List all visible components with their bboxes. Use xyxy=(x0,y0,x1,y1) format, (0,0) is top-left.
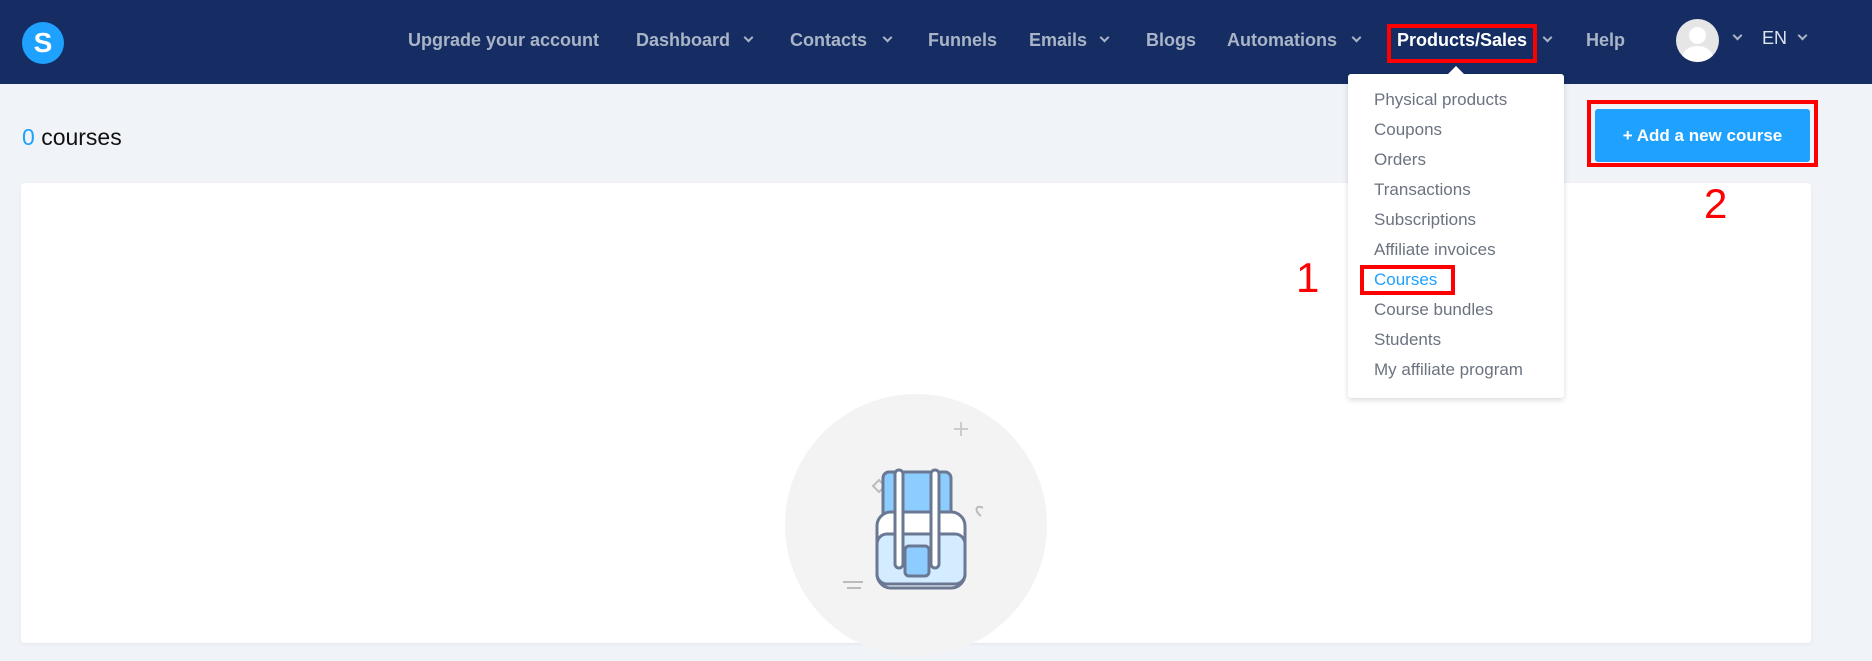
nav-contacts[interactable]: Contacts xyxy=(790,30,867,51)
empty-state-illustration xyxy=(785,394,1047,656)
menu-item-orders[interactable]: Orders xyxy=(1374,150,1426,170)
page-title: 0 courses xyxy=(22,124,122,151)
nav-funnels[interactable]: Funnels xyxy=(928,30,997,51)
annotation-step-2: 2 xyxy=(1704,180,1728,227)
chevron-down-icon[interactable] xyxy=(882,32,893,43)
course-count: 0 xyxy=(22,124,35,150)
highlight-box xyxy=(1387,24,1537,63)
chevron-down-icon[interactable] xyxy=(1797,30,1808,41)
menu-item-coupons[interactable]: Coupons xyxy=(1374,120,1442,140)
chevron-down-icon[interactable] xyxy=(1351,32,1362,43)
logo[interactable]: S xyxy=(22,22,64,64)
chevron-down-icon[interactable] xyxy=(1732,30,1743,41)
menu-item-transactions[interactable]: Transactions xyxy=(1374,180,1471,200)
course-count-label: courses xyxy=(41,124,122,150)
menu-item-course-bundles[interactable]: Course bundles xyxy=(1374,300,1493,320)
highlight-box xyxy=(1360,265,1455,295)
add-new-course-button[interactable]: + Add a new course xyxy=(1595,109,1810,162)
nav-help[interactable]: Help xyxy=(1586,30,1625,51)
menu-item-students[interactable]: Students xyxy=(1374,330,1441,350)
annotation-step-1: 1 xyxy=(1296,254,1320,301)
menu-item-my-affiliate-program[interactable]: My affiliate program xyxy=(1374,360,1523,380)
language-selector[interactable]: EN xyxy=(1762,28,1787,49)
nav-blogs[interactable]: Blogs xyxy=(1146,30,1196,51)
chevron-down-icon[interactable] xyxy=(743,32,754,43)
backpack-icon xyxy=(843,422,984,590)
chevron-down-icon[interactable] xyxy=(1099,32,1110,43)
products-sales-dropdown: Physical products Coupons Orders Transac… xyxy=(1348,66,1564,398)
nav-dashboard[interactable]: Dashboard xyxy=(636,30,730,51)
menu-item-physical-products[interactable]: Physical products xyxy=(1374,90,1507,110)
top-navbar: S Upgrade your account Dashboard Contact… xyxy=(0,0,1872,84)
menu-item-affiliate-invoices[interactable]: Affiliate invoices xyxy=(1374,240,1496,260)
nav-automations[interactable]: Automations xyxy=(1227,30,1337,51)
nav-emails[interactable]: Emails xyxy=(1029,30,1087,51)
menu-item-subscriptions[interactable]: Subscriptions xyxy=(1374,210,1476,230)
nav-upgrade[interactable]: Upgrade your account xyxy=(408,30,599,51)
chevron-down-icon[interactable] xyxy=(1542,32,1553,43)
avatar[interactable] xyxy=(1676,19,1719,62)
